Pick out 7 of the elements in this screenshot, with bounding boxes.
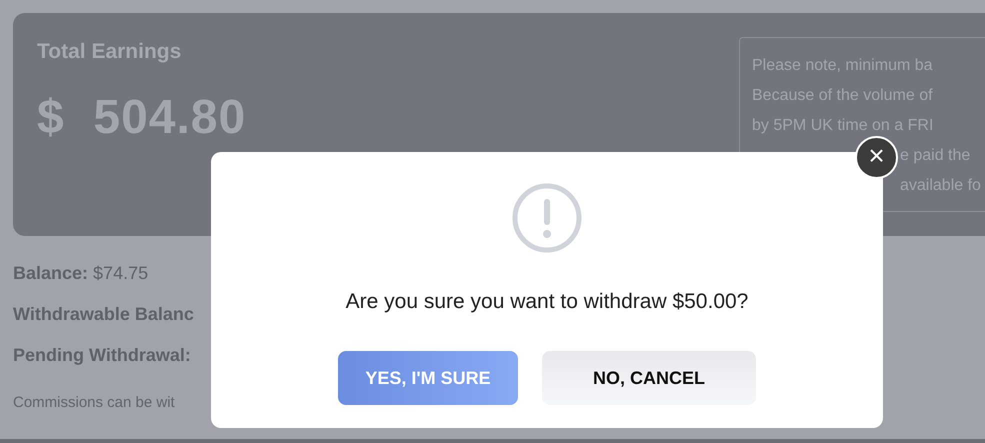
confirm-message: Are you sure you want to withdraw $50.00? (346, 290, 748, 314)
footnote-text: Commissions can be wit (13, 394, 175, 411)
summary-line: Balance: $74.75 (13, 263, 148, 284)
cancel-button[interactable]: NO, CANCEL (542, 351, 756, 405)
warning-icon (512, 183, 582, 253)
summary-line: Withdrawable Balanc (13, 304, 194, 325)
summary-line: Pending Withdrawal: (13, 345, 191, 366)
